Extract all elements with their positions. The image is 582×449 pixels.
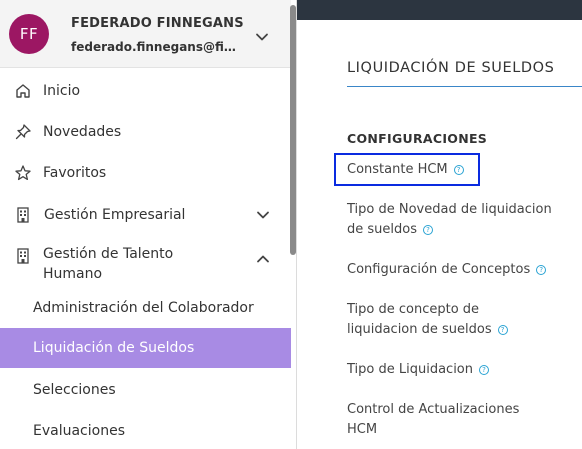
- link-label-line-1: Tipo de concepto de: [347, 302, 480, 317]
- top-bar: [297, 0, 582, 20]
- chevron-down-icon: [257, 211, 269, 219]
- info-icon[interactable]: ?: [536, 265, 547, 275]
- sidebar-item-label: Administración del Colaborador: [33, 300, 254, 316]
- sidebar-item-label: Gestión Empresarial: [44, 207, 186, 223]
- link-label-line-2: HCM: [347, 422, 378, 437]
- user-profile[interactable]: FF FEDERADO FINNEGANS federado.finnegans…: [0, 0, 291, 68]
- link-control-actualizaciones-hcm[interactable]: Control de Actualizaciones HCM: [347, 400, 567, 440]
- sidebar-item-novedades[interactable]: Novedades: [0, 112, 291, 152]
- sidebar-item-label: Inicio: [43, 83, 81, 99]
- link-tipo-liquidacion[interactable]: Tipo de Liquidacion?: [347, 360, 567, 380]
- avatar[interactable]: FF: [9, 14, 49, 54]
- sidebar-item-gestion-empresarial[interactable]: Gestión Empresarial: [0, 195, 291, 235]
- link-configuracion-conceptos[interactable]: Configuración de Conceptos?: [347, 260, 567, 280]
- sidebar-item-label: Gestión de Talento Humano: [43, 244, 173, 284]
- chevron-up-icon: [257, 255, 269, 263]
- link-tipo-novedad-liquidacion[interactable]: Tipo de Novedad de liquidacion de sueldo…: [347, 200, 567, 240]
- link-label-line-2: liquidacion de sueldos: [347, 322, 492, 337]
- sidebar-subitem-administracion-colaborador[interactable]: Administración del Colaborador: [0, 288, 291, 328]
- link-tipo-concepto-liquidacion[interactable]: Tipo de concepto de liquidacion de sueld…: [347, 300, 567, 340]
- sidebar-item-label: Evaluaciones: [33, 423, 125, 439]
- sidebar: FF FEDERADO FINNEGANS federado.finnegans…: [0, 0, 291, 449]
- home-icon: [16, 84, 30, 98]
- sidebar-item-label: Selecciones: [33, 382, 116, 398]
- sidebar-item-favoritos[interactable]: Favoritos: [0, 153, 291, 193]
- user-name: FEDERADO FINNEGANS: [71, 16, 244, 31]
- section-title: CONFIGURACIONES: [347, 131, 488, 146]
- link-label: Configuración de Conceptos: [347, 262, 531, 277]
- info-icon[interactable]: ?: [497, 325, 508, 335]
- page-title: LIQUIDACIÓN DE SUELDOS: [347, 60, 555, 76]
- title-underline: [347, 86, 582, 87]
- link-label-line-1: Control de Actualizaciones: [347, 402, 520, 417]
- info-icon[interactable]: ?: [479, 365, 490, 375]
- star-icon: [15, 165, 31, 181]
- link-label: Tipo de Liquidacion: [347, 362, 474, 377]
- user-email: federado.finnegans@fin…: [71, 40, 239, 54]
- main-content: LIQUIDACIÓN DE SUELDOS CONFIGURACIONES C…: [297, 20, 582, 449]
- sidebar-subitem-evaluaciones[interactable]: Evaluaciones: [0, 411, 291, 449]
- building-icon: [17, 248, 29, 264]
- sidebar-item-label: Favoritos: [43, 165, 107, 181]
- sidebar-item-label: Novedades: [43, 124, 122, 140]
- label-line-2: Humano: [43, 266, 103, 282]
- focus-highlight: [334, 153, 480, 186]
- link-label-line-2: de sueldos: [347, 222, 417, 237]
- sidebar-subitem-selecciones[interactable]: Selecciones: [0, 370, 291, 410]
- sidebar-item-gestion-talento-humano[interactable]: Gestión de Talento Humano: [0, 242, 291, 284]
- info-icon[interactable]: ?: [422, 225, 433, 235]
- chevron-down-icon[interactable]: [255, 30, 269, 44]
- sidebar-item-label: Liquidación de Sueldos: [33, 340, 195, 356]
- sidebar-subitem-liquidacion-sueldos[interactable]: Liquidación de Sueldos: [0, 328, 291, 368]
- link-label-line-1: Tipo de Novedad de liquidacion: [347, 202, 552, 217]
- pin-icon: [15, 124, 31, 140]
- sidebar-item-inicio[interactable]: Inicio: [0, 71, 291, 111]
- building-icon: [17, 207, 29, 223]
- label-line-1: Gestión de Talento: [43, 246, 174, 262]
